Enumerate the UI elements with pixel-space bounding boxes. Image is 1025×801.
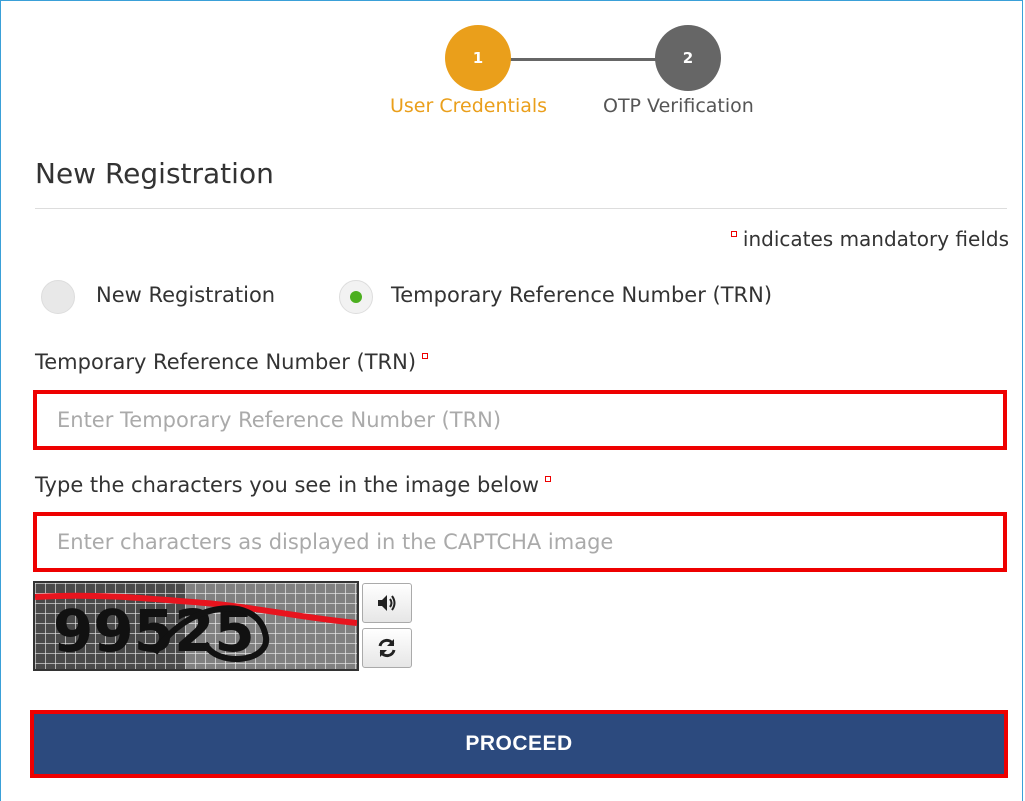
captcha-refresh-button[interactable] (362, 628, 412, 668)
mandatory-note: indicates mandatory fields (730, 227, 1009, 251)
required-marker-icon (730, 231, 737, 237)
step-2-number: 2 (682, 49, 694, 67)
captcha-field-label-text: Type the characters you see in the image… (35, 473, 540, 497)
step-2-circle: 2 (655, 25, 721, 91)
captcha-input[interactable] (37, 516, 1003, 568)
captcha-graphic: 99525 (35, 583, 357, 669)
captcha-input-wrapper (33, 512, 1007, 572)
radio-trn[interactable] (339, 280, 373, 314)
required-marker-icon (545, 476, 552, 482)
step-1-label: User Credentials (390, 95, 548, 117)
proceed-button-highlight: PROCEED (30, 710, 1008, 778)
captcha-image: 99525 (33, 581, 359, 671)
trn-input-wrapper (33, 390, 1007, 450)
radio-trn-label[interactable]: Temporary Reference Number (TRN) (391, 283, 772, 307)
step-2-label: OTP Verification (603, 95, 754, 117)
refresh-icon (378, 638, 396, 658)
captcha-audio-button[interactable] (362, 583, 412, 623)
proceed-button[interactable]: PROCEED (34, 714, 1004, 774)
radio-new-registration-label[interactable]: New Registration (96, 283, 275, 307)
mandatory-note-text: indicates mandatory fields (742, 227, 1009, 251)
step-1-circle: 1 (445, 25, 511, 91)
trn-field-label-text: Temporary Reference Number (TRN) (35, 350, 417, 374)
step-1-number: 1 (472, 49, 484, 67)
radio-selected-dot (350, 291, 362, 303)
progress-stepper: 1 2 User Credentials OTP Verification (0, 0, 1025, 130)
title-divider (35, 208, 1007, 209)
page-title: New Registration (35, 157, 274, 190)
speaker-icon (378, 595, 396, 611)
radio-new-registration[interactable] (41, 280, 75, 314)
required-marker-icon (422, 353, 429, 359)
trn-field-label: Temporary Reference Number (TRN) (35, 350, 429, 374)
trn-input[interactable] (37, 394, 1003, 446)
captcha-field-label: Type the characters you see in the image… (35, 473, 552, 497)
